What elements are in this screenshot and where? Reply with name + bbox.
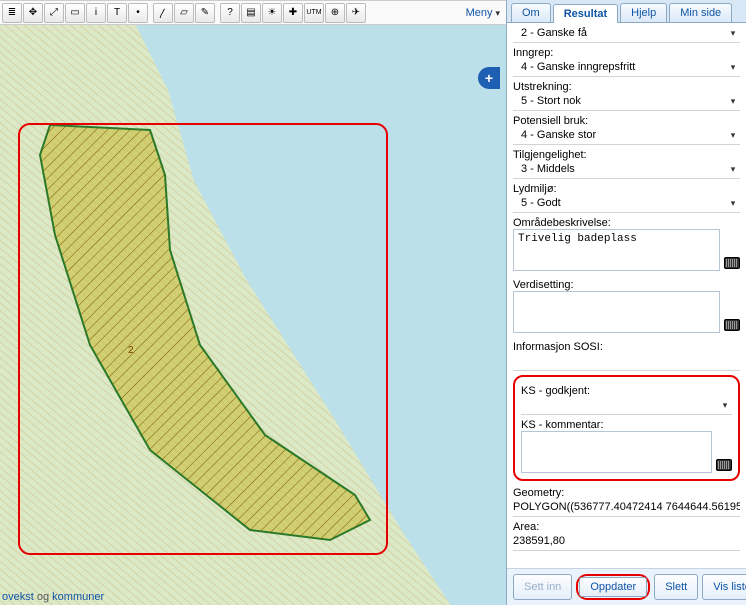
value-area: 238591,80 [513,533,740,551]
label-ks-godkjent: KS - godkjent: [521,385,732,397]
keyboard-icon[interactable] [724,257,740,269]
tool-layers-icon[interactable]: ≣ [2,3,22,23]
visliste-button[interactable]: Vis liste [702,574,746,600]
select-potensiell[interactable]: 4 - Ganske stor [513,127,740,145]
tool-point-icon[interactable]: • [128,3,148,23]
map-feature-label: 2 [128,345,134,356]
chevron-down-icon[interactable] [726,197,740,209]
tool-info-icon[interactable]: ? [220,3,240,23]
tool-polyline-icon[interactable]: 〳 [153,3,173,23]
slett-button[interactable]: Slett [654,574,698,600]
keyboard-icon[interactable] [724,319,740,331]
tool-zoom-in-icon[interactable]: ⤢ [44,3,64,23]
chevron-down-icon[interactable] [726,27,740,39]
textarea-ks-kommentar[interactable] [521,431,712,473]
tab-bar: Om Resultat Hjelp Min side [507,0,746,23]
label-ks-kommentar: KS - kommentar: [521,419,732,431]
label-utstrekning: Utstrekning: [513,81,740,93]
textarea-omradebeskrivelse[interactable] [513,229,720,271]
highlight-oppdater: Oppdater [576,574,650,600]
ks-section: KS - godkjent: KS - kommentar: [513,375,740,481]
tool-zoom-area-icon[interactable]: ▭ [65,3,85,23]
menu-label: Meny [466,7,493,19]
label-sosi: Informasjon SOSI: [513,341,740,353]
form-area[interactable]: 2 - Ganske få Inngrep: 4 - Ganske inngre… [507,23,746,568]
tool-polygon-icon[interactable]: ▱ [174,3,194,23]
label-inngrep: Inngrep: [513,47,740,59]
map-toolbar: ≣ ✥ ⤢ ▭ i T • 〳 ▱ ✎ ? ▤ ☀ ✚ UTM ⊕ ✈ Meny [0,1,506,25]
chevron-down-icon[interactable] [726,163,740,175]
value-sosi [513,353,740,371]
oppdater-button[interactable]: Oppdater [579,577,647,597]
keyboard-icon[interactable] [716,459,732,471]
menu-button[interactable]: Meny [466,7,500,19]
tab-minside[interactable]: Min side [669,3,732,22]
label-potensiell: Potensiell bruk: [513,115,740,127]
select-inngrep[interactable]: 4 - Ganske inngrepsfritt [513,59,740,77]
map-pane[interactable]: ≣ ✥ ⤢ ▭ i T • 〳 ▱ ✎ ? ▤ ☀ ✚ UTM ⊕ ✈ Meny [0,0,506,605]
value-geometry: POLYGON((536777.40472414 7644644.561951 [513,499,740,517]
tool-report-icon[interactable]: ▤ [241,3,261,23]
tool-edit-icon[interactable]: ✎ [195,3,215,23]
tool-identify-icon[interactable]: i [86,3,106,23]
select-tilgjengelighet[interactable]: 3 - Middels [513,161,740,179]
tab-resultat[interactable]: Resultat [553,4,618,23]
settinn-button[interactable]: Sett inn [513,574,572,600]
tool-sun-icon[interactable]: ☀ [262,3,282,23]
chevron-down-icon[interactable] [718,399,732,411]
label-geometry: Geometry: [513,487,740,499]
label-verdisetting: Verdisetting: [513,279,740,291]
action-bar: Sett inn Oppdater Slett Vis liste [507,568,746,605]
side-panel: Om Resultat Hjelp Min side 2 - Ganske få… [506,0,746,605]
map-canvas[interactable]: 2 [0,25,506,605]
select-utstrekning[interactable]: 5 - Stort nok [513,93,740,111]
select-lydmiljo[interactable]: 5 - Godt [513,195,740,213]
map-selected-polygon[interactable] [20,115,400,555]
label-omradebeskrivelse: Områdebeskrivelse: [513,217,740,229]
tool-text-icon[interactable]: T [107,3,127,23]
tool-medical-icon[interactable]: ✚ [283,3,303,23]
attribution-link[interactable]: kommuner [49,591,104,603]
panel-expand-button[interactable]: + [478,67,500,89]
label-area: Area: [513,521,740,533]
map-attribution: ovekst og kommuner [2,591,104,603]
tab-om[interactable]: Om [511,3,551,22]
row-prev-value[interactable]: 2 - Ganske få [513,25,740,43]
select-ks-godkjent[interactable] [521,397,732,415]
tool-helicopter-icon[interactable]: ✈ [346,3,366,23]
chevron-down-icon[interactable] [726,95,740,107]
label-lydmiljo: Lydmiljø: [513,183,740,195]
chevron-down-icon[interactable] [726,61,740,73]
tool-pan-icon[interactable]: ✥ [23,3,43,23]
tab-hjelp[interactable]: Hjelp [620,3,667,22]
tool-utm-icon[interactable]: UTM [304,3,324,23]
chevron-down-icon [495,7,500,19]
chevron-down-icon[interactable] [726,129,740,141]
label-tilgjengelighet: Tilgjengelighet: [513,149,740,161]
textarea-verdisetting[interactable] [513,291,720,333]
tool-globe-icon[interactable]: ⊕ [325,3,345,23]
plus-icon: + [485,70,493,86]
